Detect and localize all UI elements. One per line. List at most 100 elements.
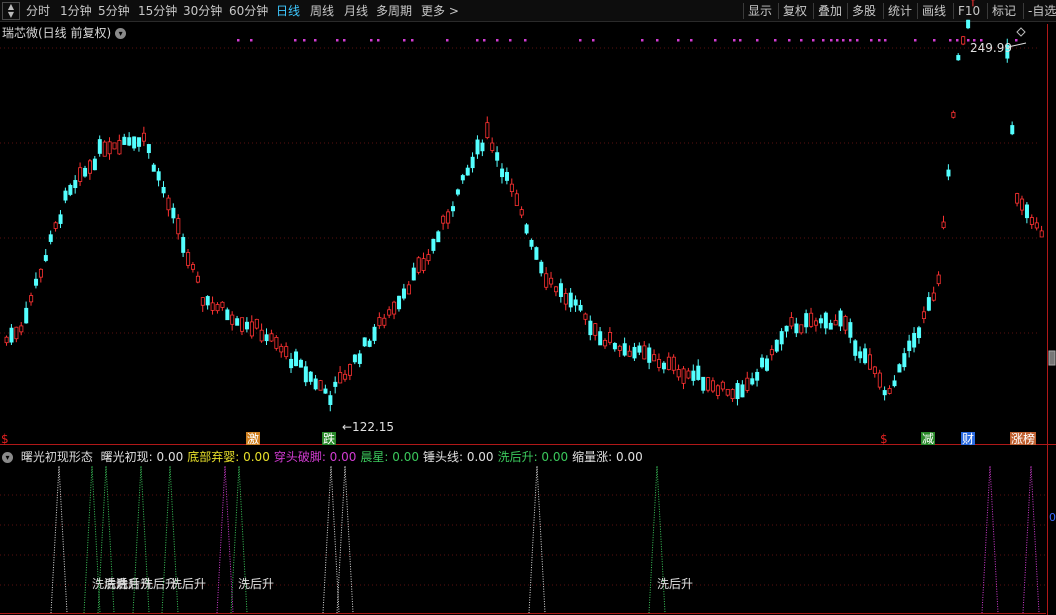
candle-body[interactable]	[240, 317, 245, 332]
candle-body[interactable]	[215, 304, 220, 312]
candle-body[interactable]	[244, 321, 249, 330]
candle-body[interactable]	[323, 388, 328, 394]
event-marker-1[interactable]: 激	[247, 432, 259, 446]
candle-body[interactable]	[48, 234, 53, 242]
candle-body[interactable]	[200, 297, 205, 306]
candle-body[interactable]	[284, 346, 289, 358]
candle-body[interactable]	[539, 261, 544, 274]
candle-body[interactable]	[524, 224, 529, 234]
candle-body[interactable]	[809, 312, 814, 327]
candle-body[interactable]	[720, 381, 725, 390]
candle-body[interactable]	[558, 283, 563, 297]
candle-body[interactable]	[769, 349, 774, 356]
candle-body[interactable]	[313, 378, 318, 390]
candle-body[interactable]	[897, 364, 902, 373]
candle-body[interactable]	[68, 185, 73, 195]
candle-body[interactable]	[735, 383, 740, 400]
candle-body[interactable]	[176, 218, 181, 235]
candle-body[interactable]	[352, 354, 357, 363]
candle-body[interactable]	[647, 347, 652, 363]
candle-body[interactable]	[431, 238, 436, 251]
candle-body[interactable]	[367, 340, 372, 347]
candle-body[interactable]	[191, 264, 196, 270]
candle-body[interactable]	[436, 231, 441, 243]
candle-body[interactable]	[799, 324, 804, 334]
candle-body[interactable]	[877, 372, 882, 388]
candle-body[interactable]	[607, 332, 612, 343]
candle-body[interactable]	[568, 292, 573, 308]
candle-body[interactable]	[58, 214, 63, 224]
candle-body[interactable]	[181, 237, 186, 253]
candle-body[interactable]	[87, 160, 92, 174]
candle-body[interactable]	[1029, 217, 1034, 225]
candle-body[interactable]	[627, 350, 632, 357]
candle-body[interactable]	[711, 380, 716, 392]
candle-body[interactable]	[701, 376, 706, 391]
candle-body[interactable]	[823, 312, 828, 329]
candle-body[interactable]	[29, 295, 34, 303]
candle-body[interactable]	[19, 325, 24, 333]
candle-body[interactable]	[161, 186, 166, 194]
candle-body[interactable]	[294, 351, 299, 367]
candle-body[interactable]	[318, 380, 323, 391]
candle-body[interactable]	[912, 333, 917, 348]
candle-body[interactable]	[828, 322, 833, 330]
candle-body[interactable]	[141, 132, 146, 142]
candle-body[interactable]	[279, 345, 284, 353]
candle-body[interactable]	[1015, 193, 1020, 204]
candle-body[interactable]	[24, 307, 29, 324]
candle-body[interactable]	[882, 390, 887, 396]
candle-body[interactable]	[338, 372, 343, 384]
candle-body[interactable]	[529, 239, 534, 247]
candle-body[interactable]	[441, 215, 446, 224]
candle-body[interactable]	[9, 327, 14, 343]
candle-body[interactable]	[956, 55, 961, 61]
candle-body[interactable]	[372, 326, 377, 341]
candle-body[interactable]	[401, 288, 406, 299]
candle-body[interactable]	[298, 359, 303, 368]
candle-body[interactable]	[603, 339, 608, 347]
candle-body[interactable]	[195, 275, 200, 283]
candle-body[interactable]	[617, 345, 622, 351]
candle-body[interactable]	[686, 370, 691, 379]
candle-body[interactable]	[858, 351, 863, 359]
candle-body[interactable]	[303, 366, 308, 383]
candle-body[interactable]	[509, 183, 514, 193]
candle-body[interactable]	[504, 172, 509, 181]
candle-body[interactable]	[220, 301, 225, 308]
candle-body[interactable]	[745, 377, 750, 391]
candle-body[interactable]	[38, 268, 43, 278]
candle-body[interactable]	[1010, 125, 1015, 135]
candle-body[interactable]	[966, 19, 971, 29]
candle-body[interactable]	[514, 193, 519, 207]
candle-body[interactable]	[421, 258, 426, 271]
candle-body[interactable]	[892, 380, 897, 387]
candle-body[interactable]	[804, 313, 809, 328]
candle-body[interactable]	[671, 356, 676, 371]
candle-body[interactable]	[652, 354, 657, 362]
candle-body[interactable]	[274, 337, 279, 349]
candle-body[interactable]	[4, 336, 9, 344]
candle-body[interactable]	[269, 333, 274, 342]
candle-body[interactable]	[750, 378, 755, 385]
candle-body[interactable]	[843, 316, 848, 331]
candle-body[interactable]	[225, 309, 230, 321]
candle-body[interactable]	[760, 357, 765, 368]
candle-body[interactable]	[382, 317, 387, 326]
candle-body[interactable]	[853, 340, 858, 356]
candle-body[interactable]	[632, 346, 637, 359]
candle-body[interactable]	[122, 136, 127, 145]
candle-body[interactable]	[519, 209, 524, 216]
candle-body[interactable]	[593, 323, 598, 336]
candle-body[interactable]	[657, 359, 662, 368]
candle-body[interactable]	[289, 358, 294, 369]
candle-body[interactable]	[544, 273, 549, 288]
candle-body[interactable]	[406, 284, 411, 295]
candle-body[interactable]	[387, 309, 392, 316]
candle-body[interactable]	[917, 327, 922, 339]
candle-body[interactable]	[127, 137, 132, 146]
candle-body[interactable]	[661, 362, 666, 370]
candle-body[interactable]	[455, 189, 460, 195]
candle-body[interactable]	[132, 136, 137, 149]
candle-body[interactable]	[14, 326, 19, 340]
